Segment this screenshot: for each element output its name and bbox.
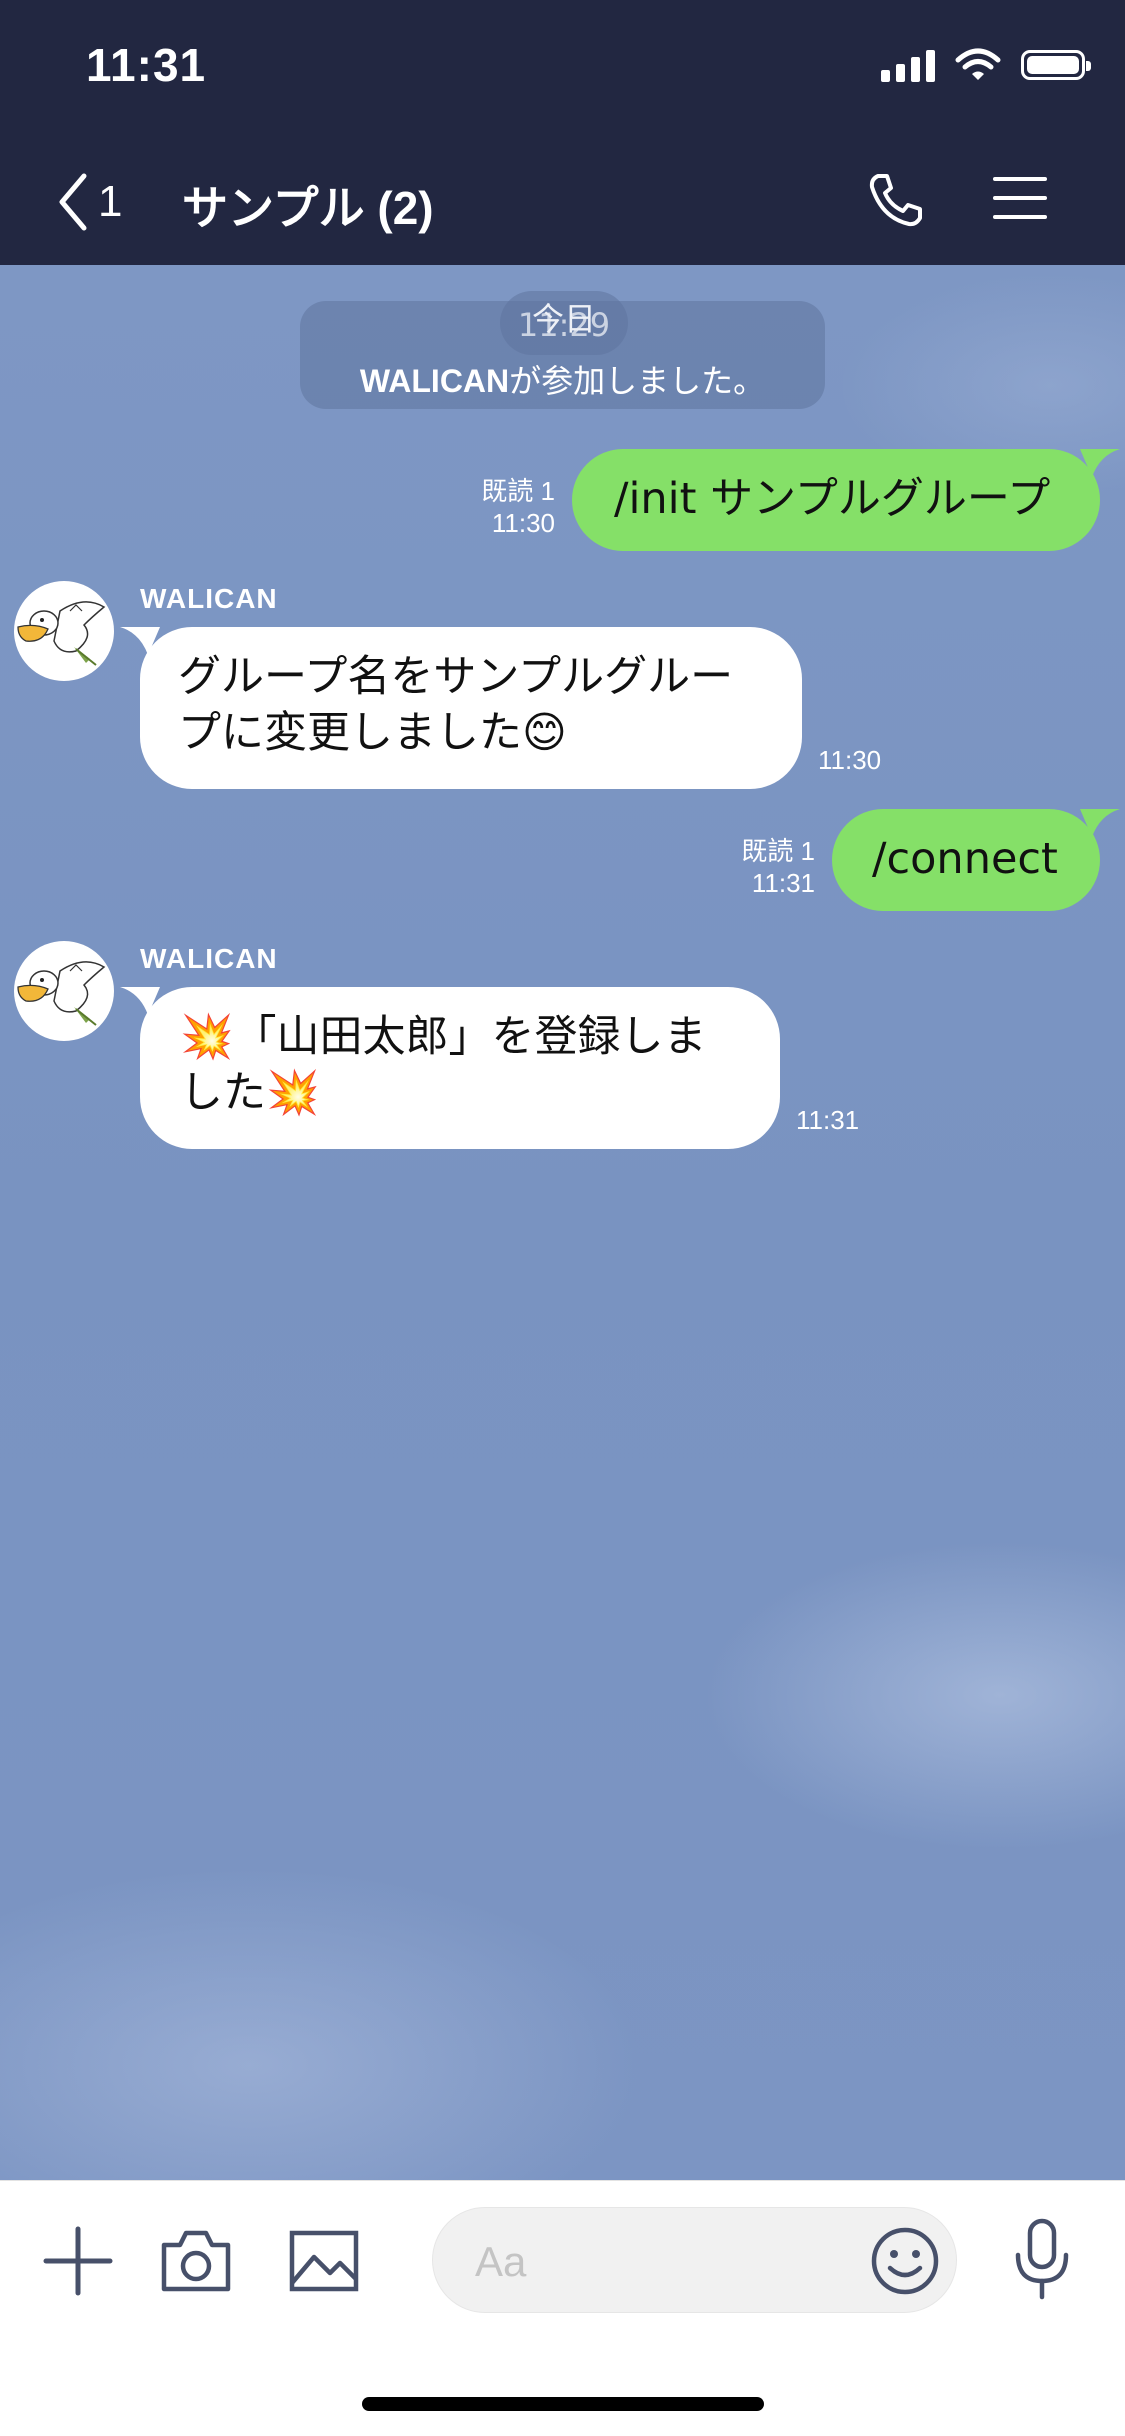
message-line-2: した💥 <box>180 1065 780 1121</box>
join-notice: WALICANが参加しました。 <box>300 356 825 402</box>
chevron-left-icon <box>59 173 87 231</box>
system-message: 今日 11:29 WALICANが参加しました。 <box>300 291 825 409</box>
message-line-2: プに変更しました😊 <box>178 705 798 761</box>
join-name: WALICAN <box>359 363 510 399</box>
read-receipt: 既読 1 <box>741 836 815 866</box>
sender-name: WALICAN <box>140 583 278 614</box>
battery-icon <box>1021 50 1091 80</box>
message-text: /init サンプルグループ <box>614 474 1051 524</box>
pelican-avatar-icon <box>17 601 106 666</box>
status-icons <box>881 48 1091 82</box>
incoming-message[interactable]: 💥「山田太郎」を登録しま した💥 <box>120 987 780 1149</box>
bubble-tail <box>120 987 160 1015</box>
back-button[interactable]: 1 <box>56 172 122 232</box>
avatar[interactable] <box>14 581 114 681</box>
message-input[interactable] <box>432 2207 957 2313</box>
status-time: 11:31 <box>86 39 207 91</box>
plus-icon[interactable] <box>42 2225 114 2297</box>
smile-emoji: 😊 <box>522 708 567 758</box>
message-time: 11:31 <box>796 1105 860 1135</box>
nav-bar: 1 サンプル (2) <box>0 150 1125 250</box>
message-line: 「山田太郎」を登録しま <box>233 1012 707 1062</box>
collision-emoji: 💥 <box>180 1012 234 1062</box>
image-icon[interactable] <box>288 2227 360 2293</box>
cellular-signal-icon <box>881 48 935 82</box>
sender-name: WALICAN <box>140 943 278 974</box>
message-meta: 既読 1 11:30 <box>430 475 555 539</box>
bubble-tail <box>1080 449 1120 477</box>
message-text-field[interactable] <box>473 2234 857 2290</box>
unread-count: 1 <box>98 177 123 226</box>
wifi-icon <box>955 48 1001 80</box>
join-text: が参加しました。 <box>509 363 766 399</box>
message-line: した <box>180 1068 266 1118</box>
message-line: プに変更しました <box>178 708 522 758</box>
read-receipt: 既読 1 <box>481 476 555 506</box>
message-text: /connect <box>872 834 1058 884</box>
bubble-tail <box>120 627 160 655</box>
chat-area[interactable]: 今日 11:29 WALICANが参加しました。 既読 1 11:30 /ini… <box>0 265 1125 2180</box>
camera-icon[interactable] <box>160 2227 232 2293</box>
date-chip: 今日 11:29 <box>500 291 628 355</box>
outgoing-message[interactable]: /init サンプルグループ <box>572 449 1120 551</box>
microphone-icon[interactable] <box>1010 2217 1074 2301</box>
input-bar <box>0 2180 1125 2436</box>
message-line: グループ名をサンプルグルー <box>178 652 734 702</box>
collision-emoji: 💥 <box>266 1068 320 1118</box>
avatar[interactable] <box>14 941 114 1041</box>
outgoing-message[interactable]: /connect <box>832 809 1120 911</box>
phone-icon[interactable] <box>866 170 926 230</box>
bubble-tail <box>1080 809 1120 837</box>
message-meta: 既読 1 11:31 <box>690 835 815 899</box>
home-indicator[interactable] <box>362 2397 764 2411</box>
chat-screen: 11:31 1 サンプル (2) 今日 11:29 WALICANが参加しました… <box>0 0 1125 2436</box>
menu-icon[interactable] <box>993 175 1047 221</box>
message-text: グループ名をサンプルグルー プに変更しました😊 <box>178 649 798 761</box>
message-time: 11:31 <box>751 868 815 898</box>
pelican-avatar-icon <box>17 961 106 1026</box>
system-time-label: 11:29 <box>517 306 611 344</box>
message-time: 11:30 <box>491 508 555 538</box>
message-time: 11:30 <box>818 745 882 775</box>
message-line-1: 💥「山田太郎」を登録しま <box>180 1009 780 1065</box>
emoji-icon[interactable] <box>870 2226 940 2296</box>
chat-title: サンプル (2) <box>182 182 434 234</box>
header: 11:31 1 サンプル (2) <box>0 0 1125 265</box>
message-text: 💥「山田太郎」を登録しま した💥 <box>180 1009 780 1121</box>
incoming-message[interactable]: グループ名をサンプルグルー プに変更しました😊 <box>120 627 802 789</box>
